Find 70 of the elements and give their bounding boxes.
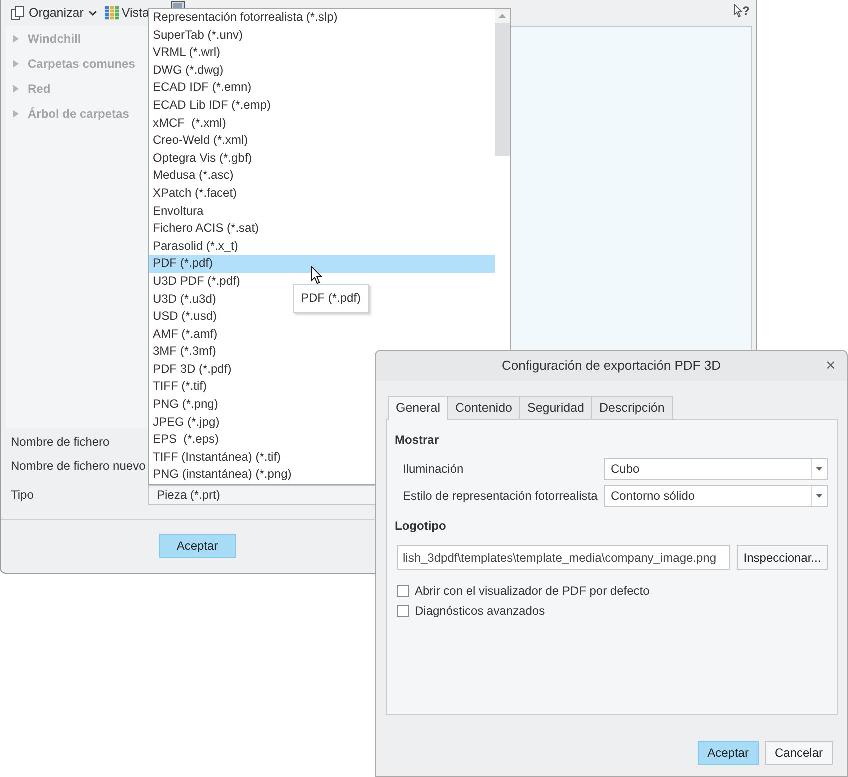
caret-down-icon [816,467,823,471]
dropdown-option[interactable]: JPEG (*.jpg) [149,414,224,432]
dropdown-option[interactable]: xMCF (*.xml) [149,114,230,132]
dropdown-option[interactable]: ECAD IDF (*.emn) [149,79,256,97]
checkbox[interactable] [397,605,409,617]
dropdown-option[interactable]: Parasolid (*.x_t) [149,238,242,256]
dropdown-select[interactable]: Cubo [604,458,828,480]
accept-button[interactable]: Aceptar [698,741,759,765]
dropdown-option[interactable]: Medusa (*.asc) [149,167,238,185]
field-label: Iluminación [402,461,465,478]
accept-button[interactable]: Aceptar [159,534,236,558]
dropdown-option[interactable]: PNG (*.png) [149,396,222,414]
dropdown-option[interactable]: Optegra Vis (*.gbf) [149,150,256,168]
dropdown-option[interactable]: AMF (*.amf) [149,326,222,344]
mouse-pointer-icon [311,266,323,285]
dropdown-option[interactable]: PDF 3D (*.pdf) [149,360,236,378]
dropdown-option[interactable]: XPatch (*.facet) [149,184,242,203]
grid-icon [104,6,119,20]
organize-menu[interactable]: Organizar [10,4,97,22]
section-heading: Logotipo [395,518,448,535]
tooltip: PDF (*.pdf) [293,284,370,313]
field-label: Tipo [10,487,35,504]
dropdown-option[interactable]: TIFF (*.tif) [149,378,211,396]
dropdown-option[interactable]: TIFF (Instantánea) (*.tif) [149,448,286,466]
dropdown-option[interactable]: VRML (*.wrl) [149,44,225,62]
checkbox[interactable] [397,585,409,597]
field-label: Nombre de fichero nuevo [10,458,147,475]
scroll-up-button[interactable] [495,9,510,23]
tab[interactable]: Seguridad [519,396,592,419]
pointer-icon [734,4,743,18]
dropdown-option[interactable]: U3D PDF (*.pdf) [149,272,244,290]
section-heading: Mostrar [395,432,440,449]
chevron-down-icon [88,10,97,16]
dropdown-option[interactable]: SuperTab (*.unv) [149,26,248,44]
close-button[interactable]: × [823,357,839,375]
dropdown-option[interactable]: PNG (instantánea) (*.png) [149,466,296,484]
dropdown-option[interactable]: USD (*.usd) [149,308,222,326]
tab[interactable]: General [388,396,448,420]
dropdown-option[interactable]: EPS (*.eps) [149,431,224,449]
checkbox-label: Abrir con el visualizador de PDF por defecto [415,583,650,600]
caret-right-icon[interactable] [13,60,19,68]
dropdown-option[interactable]: ECAD Lib IDF (*.emp) [149,96,276,115]
caret-up-icon [499,14,506,18]
help-button[interactable]: ? [734,4,750,18]
dropdown-option[interactable]: Representación fotorrealista (*.slp) [149,9,342,27]
field-label: Nombre de fichero [10,434,111,451]
cancel-button[interactable]: Cancelar [764,741,833,765]
dropdown-option[interactable]: Creo-Weld (*.xml) [149,132,252,150]
path-field[interactable]: lish_3dpdf\templates\template_media\company_image.png [397,545,730,570]
dropdown-option[interactable]: PDF (*.pdf) [149,255,495,273]
pages-icon [10,5,26,21]
dropdown-option[interactable]: Fichero ACIS (*.sat) [149,220,264,238]
caret-right-icon[interactable] [13,84,19,92]
caret-down-icon [816,494,823,498]
caret-right-icon[interactable] [13,34,19,42]
dropdown-option[interactable]: U3D (*.u3d) [149,290,220,308]
field-label: Estilo de representación fotorrealista [402,488,599,505]
browse-button[interactable]: Inspeccionar... [737,545,828,570]
caret-right-icon[interactable] [13,110,19,118]
dropdown-option[interactable]: Envoltura [149,202,208,220]
checkbox-label: Diagnósticos avanzados [415,603,546,620]
dropdown-option[interactable]: DWG (*.dwg) [149,62,228,80]
view-menu[interactable]: Vista [104,4,150,22]
screen-icon[interactable] [171,1,186,8]
dropdown-option[interactable]: 3MF (*.3mf) [149,343,220,361]
scrollbar-thumb[interactable] [495,23,510,156]
dialog-title: Configuración de exportación PDF 3D [501,357,722,376]
dropdown-select[interactable]: Contorno sólido [604,485,828,507]
tab[interactable]: Contenido [447,396,520,419]
tab[interactable]: Descripción [591,396,673,419]
